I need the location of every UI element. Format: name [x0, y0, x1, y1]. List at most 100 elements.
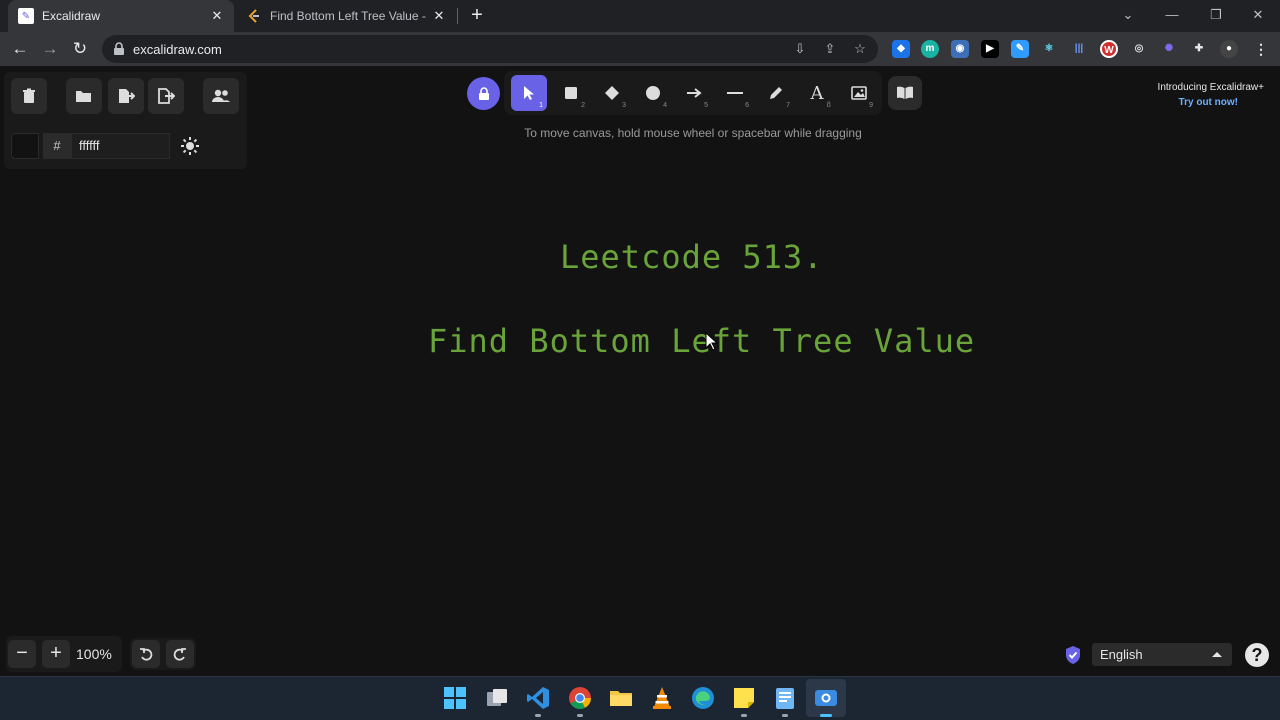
canvas-text-problem-title[interactable]: Find Bottom Left Tree Value [428, 322, 975, 360]
undo-icon [140, 648, 153, 661]
shortcut-number: 2 [581, 102, 585, 109]
extension-m-icon[interactable]: m [921, 40, 939, 58]
save-to-file-button[interactable] [108, 78, 144, 114]
forward-arrow-icon[interactable]: → [38, 37, 62, 61]
screen-recorder-icon[interactable] [814, 686, 838, 710]
extension-gear-icon[interactable]: ✺ [1160, 40, 1178, 58]
tab-search-chevron-down-icon[interactable]: ⌄ [1106, 0, 1150, 32]
tool-lock-button[interactable] [467, 77, 500, 110]
address-bar[interactable]: excalidraw.com ⇩ ⇪ ☆ [102, 35, 878, 63]
open-file-button[interactable] [66, 78, 102, 114]
tool-ellipse[interactable]: 4 [635, 75, 671, 111]
lock-icon [114, 42, 124, 55]
redo-button[interactable] [166, 640, 194, 668]
extension-edit-icon[interactable]: ✎ [1011, 40, 1029, 58]
install-app-icon[interactable]: ⇩ [792, 41, 808, 57]
back-arrow-icon[interactable]: ← [8, 37, 32, 61]
live-collaboration-button[interactable] [203, 78, 239, 114]
arrow-right-icon [687, 88, 702, 98]
windows-start-icon[interactable] [443, 686, 467, 710]
notepad-icon[interactable] [773, 686, 797, 710]
redo-icon [173, 648, 186, 661]
tool-draw[interactable]: 7 [758, 75, 794, 111]
diamond-icon [605, 86, 619, 100]
extension-play-icon[interactable]: ▶ [981, 40, 999, 58]
zoom-level[interactable]: 100% [76, 646, 118, 662]
canvas-hint: To move canvas, hold mouse wheel or spac… [524, 126, 862, 140]
edge-icon[interactable] [691, 686, 715, 710]
shortcut-number: 1 [539, 102, 543, 109]
shield-check-icon[interactable] [1064, 645, 1082, 665]
tool-image[interactable]: 9 [841, 75, 877, 111]
trash-icon [23, 88, 35, 103]
zoom-out-button[interactable]: − [8, 640, 36, 668]
lock-icon [478, 86, 489, 100]
library-button[interactable] [888, 76, 922, 110]
tab-title: Excalidraw [42, 9, 101, 23]
minimize-icon[interactable]: — [1150, 0, 1194, 32]
users-icon [212, 89, 230, 102]
shortcut-number: 6 [745, 102, 749, 109]
tab-separator [457, 8, 458, 24]
extension-gem-icon[interactable]: ◆ [892, 40, 910, 58]
canvas-text-heading[interactable]: Leetcode 513. [560, 238, 823, 276]
window-close-icon[interactable]: ✕ [1236, 0, 1280, 32]
sticky-notes-icon[interactable] [732, 686, 756, 710]
close-tab-icon[interactable]: ✕ [208, 8, 226, 24]
extension-react-icon[interactable]: ⚛ [1040, 40, 1058, 58]
undo-button[interactable] [132, 640, 160, 668]
profile-avatar[interactable]: ● [1220, 40, 1238, 58]
export-image-button[interactable] [148, 78, 184, 114]
canvas-background-swatch[interactable] [11, 133, 39, 159]
leetcode-favicon-icon [246, 8, 262, 24]
cursor-arrow-icon [524, 86, 534, 100]
tool-diamond[interactable]: 3 [594, 75, 630, 111]
promo-title: Introducing Excalidraw+ [1157, 82, 1264, 93]
shortcut-number: 3 [622, 102, 626, 109]
running-indicator [820, 714, 832, 717]
caret-up-icon [1212, 652, 1222, 657]
zoom-in-button[interactable]: + [42, 640, 70, 668]
extension-ww-icon[interactable]: W [1100, 40, 1118, 58]
close-tab-icon[interactable]: ✕ [430, 8, 448, 24]
shortcut-number: 5 [704, 102, 708, 109]
tool-rectangle[interactable]: 2 [553, 75, 589, 111]
task-view-icon[interactable] [485, 686, 509, 710]
tool-arrow[interactable]: 5 [676, 75, 712, 111]
bookmark-star-icon[interactable]: ☆ [852, 41, 868, 57]
tool-selection[interactable]: 1 [511, 75, 547, 111]
help-button[interactable]: ? [1245, 643, 1269, 667]
restore-icon[interactable]: ❐ [1194, 0, 1238, 32]
new-tab-button[interactable]: + [466, 4, 488, 28]
vscode-icon[interactable] [526, 686, 550, 710]
vlc-icon[interactable] [650, 686, 674, 710]
file-explorer-icon[interactable] [609, 686, 633, 710]
language-select[interactable]: English [1092, 643, 1232, 666]
theme-toggle-sun-icon[interactable] [180, 136, 200, 156]
canvas-background-hex-input[interactable]: ffffff [71, 133, 170, 159]
tab-excalidraw[interactable]: ✎ Excalidraw ✕ [8, 0, 234, 32]
browser-toolbar: ← → ↻ excalidraw.com ⇩ ⇪ ☆ ◆ m ◉ ▶ ✎ ⚛ |… [0, 32, 1280, 66]
shortcut-number: 8 [826, 101, 831, 109]
chrome-icon[interactable] [568, 686, 592, 710]
extension-audio-icon[interactable]: ||| [1070, 40, 1088, 58]
shortcut-number: 7 [786, 102, 790, 109]
tool-line[interactable]: 6 [717, 75, 753, 111]
file-export-icon [119, 89, 135, 103]
running-indicator [535, 714, 541, 717]
promo-link[interactable]: Try out now! [1179, 97, 1238, 108]
menu-kebab-icon[interactable]: ⋮ [1252, 40, 1270, 58]
browser-tab-bar: ✎ Excalidraw ✕ Find Bottom Left Tree Val… [0, 0, 1280, 32]
reload-icon[interactable]: ↻ [68, 37, 92, 61]
tab-leetcode[interactable]: Find Bottom Left Tree Value - Lee ✕ [236, 0, 456, 32]
clear-canvas-button[interactable] [11, 78, 47, 114]
ellipse-icon [646, 86, 660, 100]
image-icon [851, 86, 867, 100]
tool-text[interactable]: A 8 [799, 75, 835, 111]
extensions-puzzle-icon[interactable]: ✚ [1190, 40, 1208, 58]
excalidraw-favicon-icon: ✎ [18, 8, 34, 24]
extension-target-icon[interactable]: ◎ [1130, 40, 1148, 58]
extension-record-icon[interactable]: ◉ [951, 40, 969, 58]
share-icon[interactable]: ⇪ [822, 41, 838, 57]
tab-title: Find Bottom Left Tree Value - Lee [270, 9, 430, 23]
